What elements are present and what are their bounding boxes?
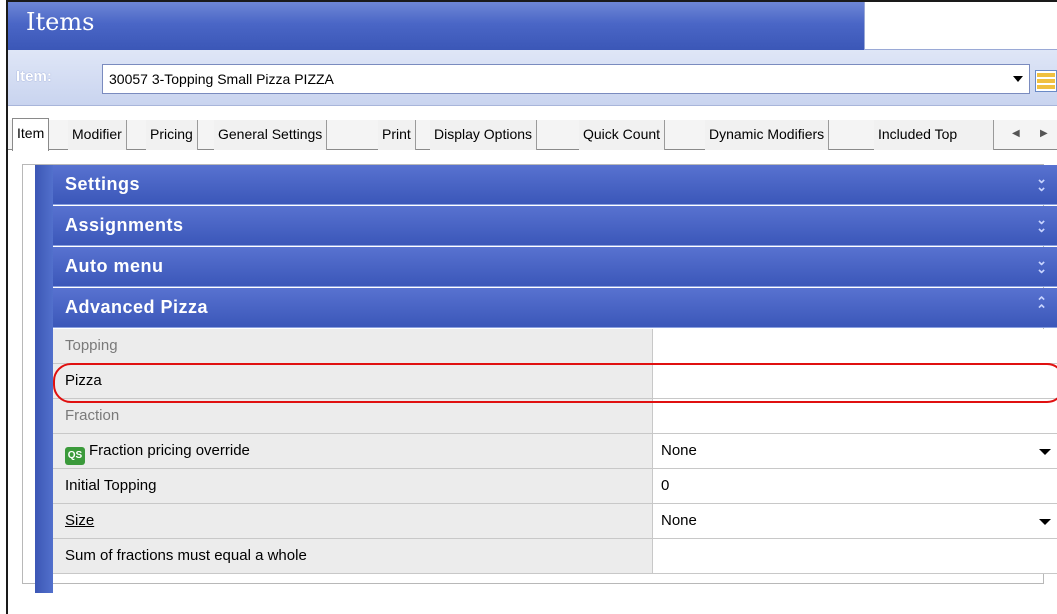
row-initial-topping-label: Initial Topping bbox=[53, 469, 653, 503]
initial-topping-input[interactable]: 0 bbox=[653, 469, 1057, 503]
initial-topping-value: 0 bbox=[661, 477, 670, 494]
row-fraction-label: Fraction bbox=[53, 399, 653, 433]
panel-sidebar bbox=[35, 165, 53, 593]
row-fraction-value bbox=[653, 399, 1057, 433]
section-advanced-pizza-label: Advanced Pizza bbox=[65, 297, 209, 317]
row-fraction-pricing-override-name: QS Fraction pricing override bbox=[53, 434, 653, 468]
tab-quick-count[interactable]: Quick Count bbox=[579, 120, 666, 150]
dropdown-arrow-icon[interactable] bbox=[1039, 519, 1051, 525]
section-assignments[interactable]: Assignments ⌄ ⌄ bbox=[53, 206, 1057, 246]
section-settings[interactable]: Settings ⌄ ⌄ bbox=[53, 165, 1057, 205]
section-auto-menu-label: Auto menu bbox=[65, 256, 164, 276]
scroll-left-icon[interactable]: ◀ bbox=[1012, 128, 1020, 139]
row-fraction-pricing-override: QS Fraction pricing override None bbox=[53, 434, 1057, 469]
tab-strip: Item Modifier Pricing General Settings P… bbox=[8, 118, 1057, 151]
row-size: Size None bbox=[53, 504, 1057, 539]
tab-general-settings[interactable]: General Settings bbox=[214, 120, 328, 150]
row-sum-of-fractions: Sum of fractions must equal a whole bbox=[53, 539, 1057, 574]
dropdown-arrow-icon[interactable] bbox=[1013, 76, 1023, 82]
row-initial-topping: Initial Topping 0 bbox=[53, 469, 1057, 504]
scroll-right-icon[interactable]: ▶ bbox=[1040, 128, 1048, 139]
row-pizza: Pizza bbox=[53, 364, 1057, 399]
tab-modifier[interactable]: Modifier bbox=[68, 120, 127, 150]
item-combobox-value: 30057 3-Topping Small Pizza PIZZA bbox=[109, 71, 334, 87]
row-pizza-label: Pizza bbox=[53, 364, 653, 398]
row-size-label[interactable]: Size bbox=[65, 512, 94, 529]
fraction-pricing-override-select[interactable]: None bbox=[653, 434, 1057, 468]
section-assignments-label: Assignments bbox=[65, 215, 184, 235]
tab-included-toppings[interactable]: Included Top bbox=[874, 120, 994, 150]
title-bar-blank bbox=[864, 2, 1057, 50]
row-size-name: Size bbox=[53, 504, 653, 538]
section-advanced-pizza[interactable]: Advanced Pizza ⌃ ⌃ bbox=[53, 288, 1057, 328]
item-properties-panel: Settings ⌄ ⌄ Assignments ⌄ ⌄ Auto menu ⌄ ⌄ … bbox=[22, 164, 1057, 593]
fraction-pricing-override-value: None bbox=[661, 442, 697, 459]
item-label: Item: bbox=[16, 68, 52, 85]
items-window: Items Item: 30057 3-Topping Small Pizza … bbox=[6, 0, 1057, 614]
row-sum-of-fractions-value bbox=[653, 539, 1057, 573]
row-fraction-pricing-override-label: Fraction pricing override bbox=[89, 442, 250, 459]
item-combobox[interactable]: 30057 3-Topping Small Pizza PIZZA bbox=[102, 64, 1030, 94]
grid-view-icon[interactable] bbox=[1035, 70, 1057, 92]
row-fraction: Fraction bbox=[53, 399, 1057, 434]
row-topping-label: Topping bbox=[53, 329, 653, 363]
tab-print[interactable]: Print bbox=[378, 120, 416, 150]
row-topping: Topping bbox=[53, 329, 1057, 364]
item-selector-row: Item: 30057 3-Topping Small Pizza PIZZA bbox=[8, 50, 1057, 106]
dropdown-arrow-icon[interactable] bbox=[1039, 449, 1051, 455]
section-settings-label: Settings bbox=[65, 174, 141, 194]
expand-chevron-icon[interactable]: ⌄ ⌄ bbox=[1036, 254, 1047, 275]
tab-item[interactable]: Item bbox=[12, 118, 50, 151]
tab-dynamic-modifiers[interactable]: Dynamic Modifiers bbox=[705, 120, 830, 150]
tab-pricing[interactable]: Pricing bbox=[146, 120, 198, 150]
window-title: Items bbox=[26, 8, 95, 36]
tab-display-options[interactable]: Display Options bbox=[430, 120, 538, 150]
qs-icon: QS bbox=[65, 447, 85, 465]
title-bar: Items bbox=[8, 2, 864, 50]
expand-chevron-icon[interactable]: ⌄ ⌄ bbox=[1036, 172, 1047, 193]
row-pizza-value bbox=[653, 364, 1057, 398]
size-select[interactable]: None bbox=[653, 504, 1057, 538]
expand-chevron-icon[interactable]: ⌄ ⌄ bbox=[1036, 213, 1047, 234]
section-auto-menu[interactable]: Auto menu ⌄ ⌄ bbox=[53, 247, 1057, 287]
row-topping-value bbox=[653, 329, 1057, 363]
collapse-chevron-icon[interactable]: ⌃ ⌃ bbox=[1036, 295, 1047, 316]
size-value: None bbox=[661, 512, 697, 529]
row-sum-of-fractions-label: Sum of fractions must equal a whole bbox=[53, 539, 653, 573]
